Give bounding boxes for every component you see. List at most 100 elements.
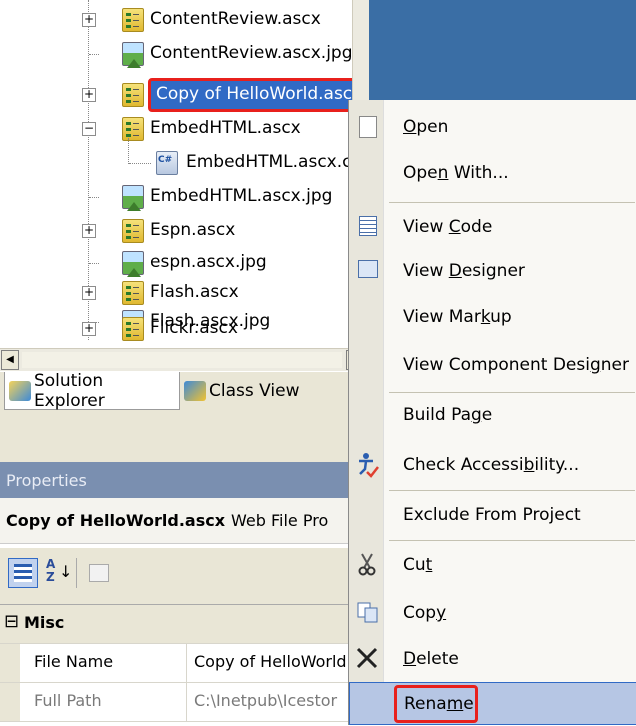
expand-icon[interactable]: + [82,224,96,238]
tree-item-label: Espn.ascx [150,220,236,240]
explorer-tabs: Solution Explorer Class View [0,370,368,462]
expand-icon[interactable]: + [82,88,96,102]
menu-item-open-with[interactable]: Open With... [349,150,636,198]
scroll-left-button[interactable]: ◀ [1,350,19,370]
property-value[interactable]: C:\Inetpub\Icestor [194,691,337,710]
menu-item-view-component-designer[interactable]: View Component Designer [349,342,636,390]
categorized-icon [14,564,32,582]
tree-item-label: EmbedHTML.ascx.cs [186,152,361,172]
property-row-file-name[interactable]: File Name Copy of HelloWorld [0,644,368,683]
tree-item-espn-jpg[interactable]: espn.ascx.jpg [0,246,352,280]
menu-label: Cut [403,555,433,575]
object-name: Copy of HelloWorld.ascx [6,511,226,530]
column-divider [186,644,187,682]
menu-label: Check Accessibility... [403,455,580,475]
menu-label: View Designer [403,261,525,281]
collapse-category-icon[interactable]: ⊟ [4,611,19,632]
expand-icon[interactable]: + [82,13,96,27]
category-label: Misc [24,613,65,632]
document-area-background [368,0,636,100]
property-pages-button[interactable] [84,558,114,588]
tree-item-contentreview-jpg[interactable]: ContentReview.ascx.jpg [0,37,353,71]
category-misc[interactable]: ⊟ Misc [0,605,368,644]
image-file-icon [122,185,144,211]
alphabetical-button[interactable]: A Z ↓ [42,558,72,588]
collapse-icon[interactable]: − [82,122,96,136]
tree-connector [89,197,99,198]
menu-item-delete[interactable]: Delete [349,636,636,684]
ascx-file-icon [122,83,144,107]
menu-item-exclude-from-project[interactable]: Exclude From Project [349,492,636,540]
categorized-button[interactable] [8,558,38,588]
tab-label: Solution Explorer [33,370,105,411]
image-file-icon [122,251,144,277]
row-gutter [0,683,20,721]
menu-label: Open [403,117,449,137]
tree-item-embedhtml-ascx[interactable]: − EmbedHTML.ascx [0,112,352,146]
tree-horizontal-scrollbar[interactable]: ◀ ▶ [0,348,368,371]
menu-label: Build Page [403,405,493,425]
tree-item-copy-of-helloworld[interactable]: + Copy of HelloWorld.ascx [0,78,362,112]
sort-alpha-icon: A Z [46,557,56,584]
tree-item-label: ContentReview.ascx.jpg [150,43,353,63]
selected-item-callout [148,78,356,112]
tree-item-embedhtml-jpg[interactable]: EmbedHTML.ascx.jpg [0,180,352,214]
delete-icon [355,646,378,669]
solution-explorer-tree[interactable]: + ContentReview.ascx ContentReview.ascx.… [0,0,368,348]
context-menu: Open Open With... View Code View Designe… [348,100,636,725]
tree-guide-line [128,138,129,164]
ascx-file-icon [122,8,144,32]
menu-separator [389,540,635,541]
tree-item-embedhtml-cs[interactable]: EmbedHTML.ascx.cs [0,138,360,180]
menu-item-cut[interactable]: Cut [349,542,636,590]
object-type: Web File Pro [231,511,329,530]
menu-item-view-designer[interactable]: View Designer [349,248,636,296]
menu-item-check-accessibility[interactable]: Check Accessibility... [349,442,636,490]
menu-item-copy[interactable]: Copy [349,590,636,638]
tree-item-flash-ascx[interactable]: + Flash.ascx [0,276,352,310]
tree-item-contentreview-ascx[interactable]: + ContentReview.ascx [0,3,352,37]
rename-callout [394,685,478,723]
menu-item-view-markup[interactable]: View Markup [349,294,636,342]
column-divider [186,683,187,721]
property-row-full-path[interactable]: Full Path C:\Inetpub\Icestor [0,683,368,722]
expand-icon[interactable]: + [82,286,96,300]
properties-object-selector[interactable]: Copy of HelloWorld.ascx Web File Pro [0,498,368,544]
properties-title-bar: Properties [0,462,368,498]
tree-item-label: Flickr.ascx [150,318,238,338]
accessibility-icon [355,452,379,478]
property-pages-icon [89,564,109,582]
tree-item-flickr-ascx[interactable]: + Flickr.ascx [0,314,352,348]
menu-label: View Component Designer [403,355,630,375]
cs-file-icon [156,151,178,175]
tab-solution-explorer[interactable]: Solution Explorer [4,370,180,411]
tree-connector [89,54,99,55]
menu-separator [389,202,635,203]
menu-item-rename[interactable]: Rename [349,682,636,725]
tree-item-label: EmbedHTML.ascx.jpg [150,186,333,206]
property-name: Full Path [34,691,102,710]
property-value[interactable]: Copy of HelloWorld [194,652,347,671]
menu-item-build-page[interactable]: Build Page [349,392,636,440]
tab-class-view[interactable]: Class View [184,372,299,410]
ascx-file-icon [122,317,144,341]
menu-label: View Markup [403,307,512,327]
properties-title: Properties [6,470,87,490]
menu-item-open[interactable]: Open [349,104,636,152]
row-gutter [0,644,20,682]
menu-label: Delete [403,649,459,669]
menu-label: View Code [403,217,493,237]
menu-label: Copy [403,603,447,623]
image-file-icon [122,42,144,68]
expand-icon[interactable]: + [82,322,96,336]
menu-label: Exclude From Project [403,505,581,525]
properties-grid: ⊟ Misc File Name Copy of HelloWorld Full… [0,604,368,726]
scroll-track[interactable] [22,352,342,368]
view-designer-icon [358,260,378,278]
menu-item-view-code[interactable]: View Code [349,204,636,252]
copy-icon [357,602,379,624]
solution-explorer-icon [9,380,31,401]
tree-item-espn-ascx[interactable]: + Espn.ascx [0,214,352,248]
tree-item-label: ContentReview.ascx [150,9,321,29]
view-code-icon [359,216,377,236]
